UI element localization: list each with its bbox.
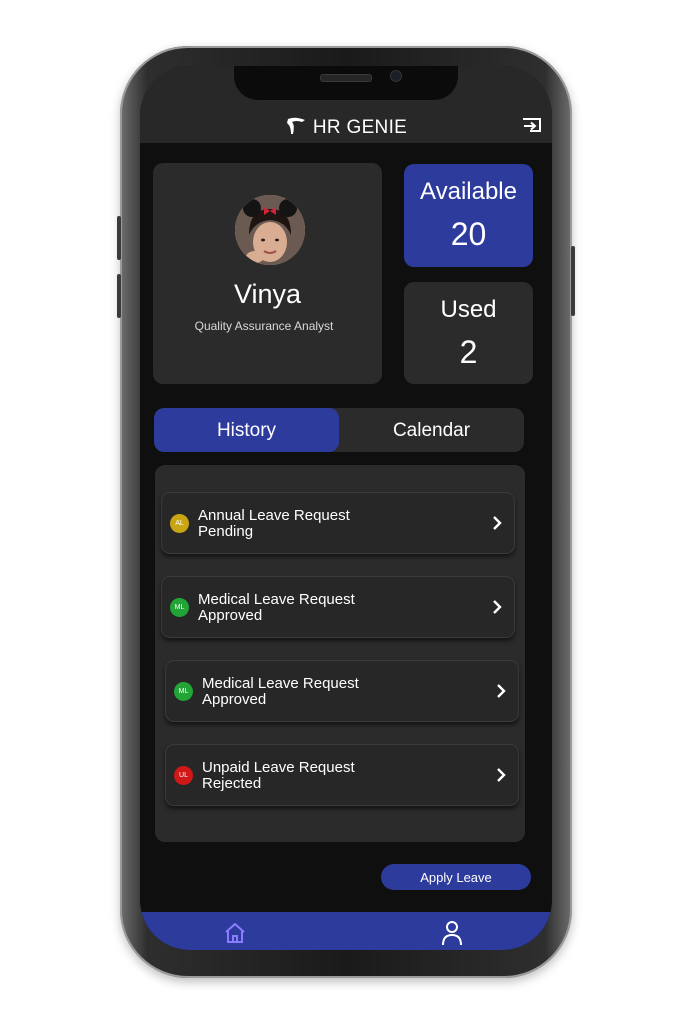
available-label: Available <box>420 178 517 205</box>
avatar-image <box>235 195 305 265</box>
bottom-nav <box>140 912 552 950</box>
leave-request-item[interactable]: ML Medical Leave Request Approved <box>161 576 515 638</box>
leave-request-item[interactable]: ML Medical Leave Request Approved <box>165 660 519 722</box>
app-screen: HR GENIE Vinya Quality Assurance Analyst… <box>140 66 552 950</box>
used-label: Used <box>440 296 497 323</box>
used-value: 2 <box>459 334 478 370</box>
chevron-right-icon <box>497 768 506 782</box>
chevron-right-icon <box>493 600 502 614</box>
avatar[interactable] <box>235 195 305 265</box>
leave-request-title: Annual Leave Request <box>198 507 350 524</box>
leave-history-list: AL Annual Leave Request Pending ML Medic… <box>155 465 525 842</box>
leave-request-status: Pending <box>198 523 254 540</box>
speaker <box>320 74 372 82</box>
tab-calendar[interactable]: Calendar <box>339 408 524 452</box>
app-title: HR GENIE <box>140 116 552 139</box>
leave-request-item[interactable]: AL Annual Leave Request Pending <box>161 492 515 554</box>
leave-request-status: Rejected <box>202 775 262 792</box>
phone-frame: HR GENIE Vinya Quality Assurance Analyst… <box>117 46 575 978</box>
profile-name: Vinya <box>233 279 302 309</box>
leave-request-status: Approved <box>198 607 263 624</box>
chevron-right-icon <box>493 516 502 530</box>
profile-card: Vinya Quality Assurance Analyst <box>153 163 382 384</box>
available-leave-card: Available 20 <box>404 164 533 267</box>
leave-request-title: Unpaid Leave Request <box>202 759 355 776</box>
volume-button <box>117 274 121 318</box>
leave-type-badge: UL <box>174 766 193 785</box>
profile-icon[interactable] <box>440 920 464 946</box>
profile-role: Quality Assurance Analyst <box>194 319 334 333</box>
volume-button <box>117 216 121 260</box>
front-camera <box>390 70 402 82</box>
available-value: 20 <box>450 216 487 252</box>
leave-request-item[interactable]: UL Unpaid Leave Request Rejected <box>165 744 519 806</box>
home-icon[interactable] <box>223 921 247 945</box>
power-button <box>571 246 575 316</box>
leave-request-title: Medical Leave Request <box>198 591 355 608</box>
leave-type-badge: ML <box>170 598 189 617</box>
tab-history[interactable]: History <box>154 408 339 452</box>
used-leave-card: Used 2 <box>404 282 533 384</box>
leave-request-title: Medical Leave Request <box>202 675 359 692</box>
leave-request-status: Approved <box>202 691 267 708</box>
leave-type-badge: ML <box>174 682 193 701</box>
tab-bar: History Calendar <box>154 408 524 452</box>
notch <box>234 66 458 100</box>
app-title-text: HR GENIE <box>312 117 408 138</box>
apply-leave-button[interactable]: Apply Leave <box>381 864 531 890</box>
leave-type-badge: AL <box>170 514 189 533</box>
logout-icon[interactable] <box>522 117 542 133</box>
hr-genie-logo-icon <box>286 117 305 134</box>
chevron-right-icon <box>497 684 506 698</box>
